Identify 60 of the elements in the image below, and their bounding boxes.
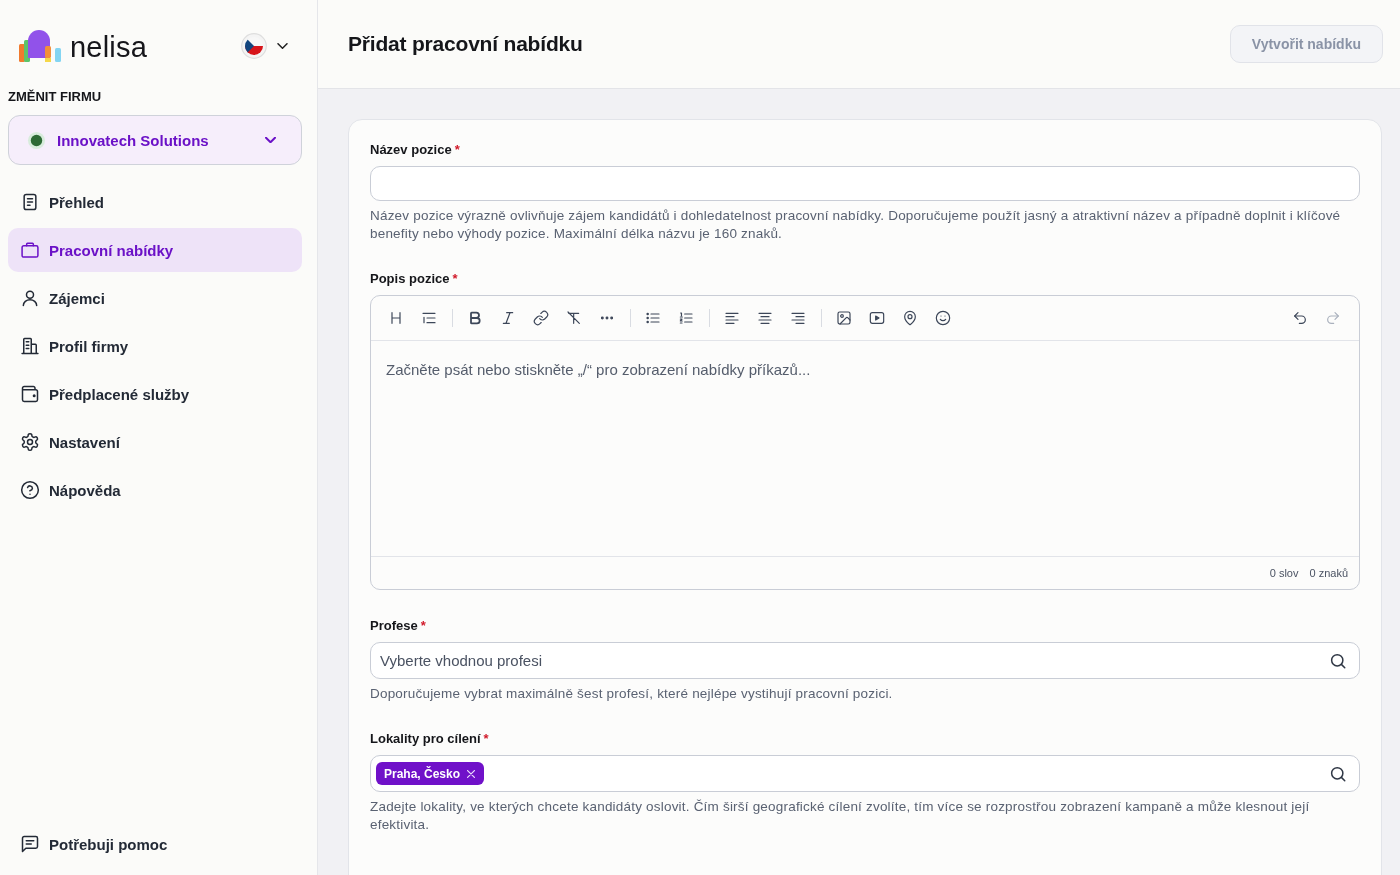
- field-label: Lokality pro cílení *: [370, 731, 490, 747]
- profession-search-field[interactable]: Vyberte vhodnou profesi: [370, 642, 1360, 679]
- close-icon[interactable]: [467, 769, 476, 778]
- nav-item[interactable]: Přehled: [8, 180, 302, 224]
- status-dot-icon: [27, 130, 46, 150]
- search-icon: [1329, 651, 1347, 670]
- helper-text: Doporučujeme vybrat maximálně šest profesí, které nejlépe vystihují pracovní pozici.: [370, 685, 894, 703]
- chevron-down-icon: [265, 137, 276, 143]
- profession-input[interactable]: Vyberte vhodnou profesi: [380, 652, 1321, 669]
- bullet-list-icon[interactable]: [645, 310, 661, 326]
- tag-label: Praha, Česko: [384, 766, 461, 781]
- nav-item[interactable]: Zájemci: [8, 276, 302, 320]
- user-icon: [20, 288, 40, 308]
- word-count: 0 slov: [1269, 567, 1299, 579]
- align-center-icon[interactable]: [757, 310, 773, 326]
- rich-text-editor[interactable]: Začněte psát nebo stiskněte „/“ pro zobrazení nabídky příkazů... 0 slov 0 znaků: [370, 295, 1360, 590]
- logo-wordmark: nelisa: [70, 33, 147, 62]
- help-link[interactable]: Potřebuji pomoc: [8, 822, 302, 866]
- nav-item[interactable]: Předplacené služby: [8, 372, 302, 416]
- indent-list-icon[interactable]: [421, 310, 437, 326]
- field-label: Název pozice *: [370, 142, 461, 158]
- helper-text: Zadejte lokality, ve kterých chcete kandidáty oslovit. Čím širší geografické cílení zvolíte, tím více se rozprostřou zobrazení kampaně a může klesnout její efektivita.: [370, 798, 1311, 834]
- description-field[interactable]: Začněte psát nebo stiskněte „/“ pro zobrazení nabídky příkazů...: [371, 341, 1359, 556]
- helper-text: Název pozice výrazně ovlivňuje zájem kandidátů i dohledatelnost pracovní nabídky. Doporučujeme použít jasný a atraktivní název a případně doplnit i klíčové benefity nebo výhody pozice. Maximální délka názvu je 160 znaků.: [370, 207, 1342, 243]
- nav-item[interactable]: Nápověda: [8, 468, 302, 512]
- position-name-field[interactable]: [370, 166, 1360, 201]
- image-icon[interactable]: [836, 310, 852, 326]
- section-heading: ZMĚNIT FIRMU: [8, 88, 103, 106]
- emoji-icon[interactable]: [935, 310, 951, 326]
- heading-icon[interactable]: [388, 310, 404, 326]
- chevron-down-icon[interactable]: [277, 43, 288, 49]
- document-icon: [20, 192, 40, 212]
- character-count: 0 znaků: [1309, 567, 1348, 579]
- briefcase-icon: [20, 240, 40, 260]
- page-title: Přidat pracovní nabídku: [348, 32, 583, 56]
- logo-mark-icon: [19, 30, 63, 62]
- settings-icon: [20, 432, 40, 452]
- search-icon: [1329, 764, 1347, 783]
- italic-icon[interactable]: [500, 310, 516, 326]
- map-pin-icon[interactable]: [902, 310, 918, 326]
- undo-icon[interactable]: [1292, 310, 1308, 326]
- video-icon[interactable]: [869, 310, 885, 326]
- location-search-field[interactable]: Praha, Česko: [370, 755, 1360, 792]
- nav-item[interactable]: Profil firmy: [8, 324, 302, 368]
- company-select[interactable]: Innovatech Solutions: [8, 115, 302, 165]
- link-icon[interactable]: [533, 310, 549, 326]
- wallet-icon: [20, 384, 40, 404]
- align-left-icon[interactable]: [724, 310, 740, 326]
- flag-icon[interactable]: [241, 33, 267, 59]
- bold-icon[interactable]: [467, 310, 483, 326]
- help-icon: [20, 480, 40, 500]
- numbered-list-icon[interactable]: [678, 310, 694, 326]
- align-right-icon[interactable]: [790, 310, 806, 326]
- field-label: Profese *: [370, 618, 427, 634]
- chat-icon: [20, 834, 40, 854]
- field-label: Popis pozice *: [370, 271, 459, 287]
- building-icon: [20, 336, 40, 356]
- nav-item[interactable]: Nastavení: [8, 420, 302, 464]
- nav-item[interactable]: Pracovní nabídky: [8, 228, 302, 272]
- clear-format-icon[interactable]: [566, 310, 582, 326]
